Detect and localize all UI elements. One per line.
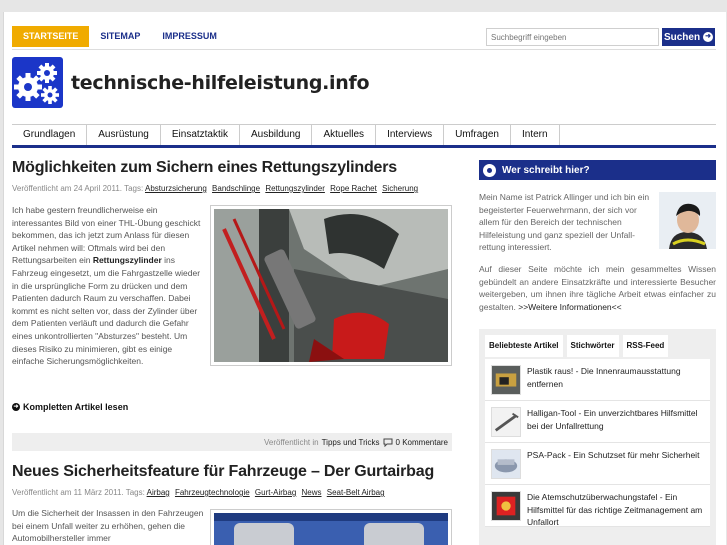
tag-link[interactable]: Absturzsicherung bbox=[145, 184, 207, 193]
tab-popular-articles[interactable]: Beliebteste Artikel bbox=[485, 335, 563, 357]
excerpt-bold: Rettungszylinder bbox=[92, 255, 162, 266]
article-thumbnail bbox=[491, 491, 521, 521]
author-intro: Mein Name ist Patrick Allinger und ich b… bbox=[479, 192, 650, 253]
list-item[interactable]: Plastik raus! - Die Innenraumausstattung… bbox=[485, 359, 710, 401]
tab-keywords[interactable]: Stichwörter bbox=[566, 335, 619, 357]
post-title[interactable]: Neues Sicherheitsfeature für Fahrzeuge –… bbox=[12, 463, 434, 481]
post-meta: Veröffentlicht am 11 März 2011. Tags: Ai… bbox=[12, 488, 388, 497]
nav-intern[interactable]: Intern bbox=[511, 125, 560, 145]
author-avatar bbox=[659, 192, 716, 249]
list-item-title: Die Atemschutzüberwachungstafel - Ein Hi… bbox=[527, 492, 703, 527]
post-category-link[interactable]: Tipps und Tricks bbox=[322, 438, 380, 447]
tag-link[interactable]: Bandschlinge bbox=[212, 184, 260, 193]
topnav-sitemap[interactable]: SITEMAP bbox=[89, 26, 151, 47]
arrow-right-icon: ➜ bbox=[12, 403, 20, 411]
list-item[interactable]: PSA-Pack - Ein Schutzset für mehr Sicher… bbox=[485, 443, 710, 485]
nav-einsatztaktik[interactable]: Einsatztaktik bbox=[161, 125, 240, 145]
tag-link[interactable]: Rettungszylinder bbox=[265, 184, 325, 193]
post-title[interactable]: Möglichkeiten zum Sichern eines Rettungs… bbox=[12, 159, 397, 177]
gears-icon bbox=[14, 63, 59, 104]
post-excerpt: Um die Sicherheit der Insassen in den Fa… bbox=[12, 508, 204, 544]
search-input[interactable] bbox=[486, 28, 659, 46]
tag-link[interactable]: Gurt-Airbag bbox=[255, 488, 296, 497]
tag-link[interactable]: Fahrzeugtechnologie bbox=[175, 488, 250, 497]
site-title[interactable]: technische-hilfeleistung.info bbox=[71, 72, 370, 94]
list-item-title: Plastik raus! - Die Innenraumausstattung… bbox=[527, 366, 681, 389]
list-item-title: PSA-Pack - Ein Schutzset für mehr Sicher… bbox=[527, 450, 700, 460]
nav-aktuelles[interactable]: Aktuelles bbox=[312, 125, 377, 145]
article-thumbnail bbox=[491, 407, 521, 437]
popular-articles-list: Plastik raus! - Die Innenraumausstattung… bbox=[485, 359, 710, 527]
tab-rss-feed[interactable]: RSS-Feed bbox=[622, 335, 669, 357]
nav-ausbildung[interactable]: Ausbildung bbox=[240, 125, 313, 145]
article-thumbnail bbox=[491, 449, 521, 479]
post-category-prefix: Veröffentlicht in bbox=[264, 437, 319, 447]
article-thumbnail bbox=[491, 365, 521, 395]
main-navigation: Grundlagen Ausrüstung Einsatztaktik Ausb… bbox=[12, 124, 716, 148]
list-item[interactable]: Die Atemschutzüberwachungstafel - Ein Hi… bbox=[485, 485, 710, 527]
list-item-title: Halligan-Tool - Ein unverzichtbares Hilf… bbox=[527, 408, 698, 431]
browser-top-band bbox=[0, 0, 727, 12]
tag-link[interactable]: News bbox=[302, 488, 322, 497]
tag-link[interactable]: Sicherung bbox=[382, 184, 418, 193]
post-footer: Veröffentlicht in Tipps und Tricks 0 Kom… bbox=[12, 433, 452, 451]
rescue-cylinder-photo bbox=[214, 209, 448, 362]
site-logo[interactable] bbox=[12, 57, 63, 108]
nav-ausruestung[interactable]: Ausrüstung bbox=[87, 125, 161, 145]
author-description: Auf dieser Seite möchte ich mein gesamme… bbox=[479, 263, 716, 313]
post-date: Veröffentlicht am 24 April 2011. Tags: bbox=[12, 184, 144, 193]
sidebar-title: Wer schreibt hier? bbox=[502, 164, 590, 176]
nav-umfragen[interactable]: Umfragen bbox=[444, 125, 511, 145]
airbag-photo bbox=[214, 513, 448, 545]
read-more-label: Kompletten Artikel lesen bbox=[23, 402, 129, 412]
post-meta: Veröffentlicht am 24 April 2011. Tags: A… bbox=[12, 184, 421, 193]
sidebar-tabs-box: Beliebteste Artikel Stichwörter RSS-Feed… bbox=[479, 329, 716, 545]
post-image[interactable] bbox=[210, 205, 452, 366]
topnav-startseite[interactable]: STARTSEITE bbox=[12, 26, 90, 47]
page-wrapper: STARTSEITE SITEMAP IMPRESSUM Suchen ➜ bbox=[3, 12, 726, 545]
search-button-label: Suchen bbox=[663, 31, 701, 43]
more-info-link[interactable]: >>Weitere Informationen<< bbox=[518, 302, 621, 312]
nav-grundlagen[interactable]: Grundlagen bbox=[12, 125, 88, 145]
comment-icon bbox=[383, 438, 393, 447]
excerpt-text: ins Fahrzeug eingesetzt, um die Fahrgast… bbox=[12, 255, 201, 367]
tag-link[interactable]: Rope Rachet bbox=[330, 184, 377, 193]
read-more-link[interactable]: ➜ Kompletten Artikel lesen bbox=[12, 402, 128, 412]
post-image[interactable] bbox=[210, 509, 452, 545]
gear-icon bbox=[483, 163, 496, 177]
post-date: Veröffentlicht am 11 März 2011. Tags: bbox=[12, 488, 145, 497]
header-divider bbox=[12, 49, 716, 50]
post-excerpt: Ich habe gestern freundlicherweise ein i… bbox=[12, 204, 204, 368]
search-button[interactable]: Suchen ➜ bbox=[662, 28, 715, 46]
nav-interviews[interactable]: Interviews bbox=[376, 125, 445, 145]
top-navigation: STARTSEITE SITEMAP IMPRESSUM bbox=[12, 26, 228, 47]
comments-link[interactable]: 0 Kommentare bbox=[396, 438, 448, 447]
sidebar-tabs: Beliebteste Artikel Stichwörter RSS-Feed bbox=[485, 335, 669, 357]
list-item[interactable]: Halligan-Tool - Ein unverzichtbares Hilf… bbox=[485, 401, 710, 443]
topnav-impressum[interactable]: IMPRESSUM bbox=[151, 26, 228, 47]
tag-link[interactable]: Seat-Belt Airbag bbox=[327, 488, 385, 497]
arrow-right-icon: ➜ bbox=[703, 32, 714, 42]
tag-link[interactable]: Airbag bbox=[147, 488, 170, 497]
sidebar-author-header: Wer schreibt hier? bbox=[479, 160, 716, 180]
author-photo bbox=[659, 192, 716, 249]
